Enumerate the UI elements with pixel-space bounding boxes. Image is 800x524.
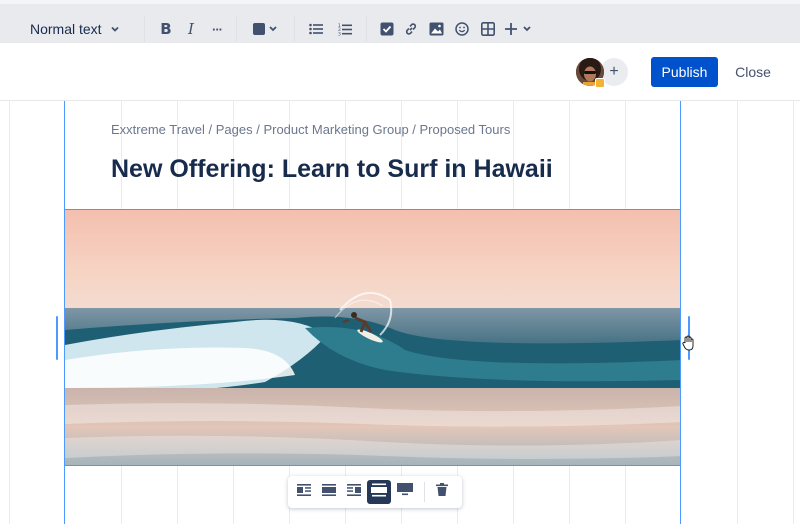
wrap-left-button[interactable] <box>292 480 316 504</box>
text-color-button[interactable] <box>248 14 284 44</box>
wide-layout-icon <box>371 483 387 502</box>
numbered-list-icon: 123 <box>338 23 352 36</box>
table-icon <box>481 22 495 36</box>
text-style-label: Normal text <box>30 21 102 37</box>
svg-text:3: 3 <box>338 31 341 36</box>
more-formatting-button[interactable]: ··· <box>204 14 230 44</box>
publish-button[interactable]: Publish <box>651 57 718 87</box>
text-style-dropdown[interactable]: Normal text <box>20 14 130 44</box>
bold-button[interactable]: B <box>153 14 179 44</box>
layout-gridline <box>793 101 794 524</box>
numbered-list-button[interactable]: 123 <box>332 14 358 44</box>
surf-image[interactable] <box>64 209 681 466</box>
emoji-button[interactable] <box>449 14 475 44</box>
delete-image-button[interactable] <box>430 480 454 504</box>
toolbar-separator <box>366 16 367 42</box>
wide-layout-button[interactable] <box>367 480 391 504</box>
plus-icon <box>505 22 535 36</box>
italic-button[interactable]: I <box>178 14 204 44</box>
image-resize-handle-left[interactable] <box>56 316 58 360</box>
action-item-button[interactable] <box>374 14 400 44</box>
image-button[interactable] <box>423 14 449 44</box>
wrap-right-icon <box>347 483 361 501</box>
toolbar-separator <box>236 16 237 42</box>
image-icon <box>429 22 444 36</box>
align-center-icon <box>322 483 336 501</box>
breadcrumb[interactable]: Exxtreme Travel / Pages / Product Market… <box>111 122 510 137</box>
insert-menu-button[interactable] <box>502 14 538 44</box>
align-center-button[interactable] <box>317 480 341 504</box>
chevron-down-icon <box>110 21 120 37</box>
toolbar-separator <box>424 482 425 502</box>
close-button[interactable]: Close <box>726 57 780 87</box>
bullet-list-icon <box>309 23 323 35</box>
page-title[interactable]: New Offering: Learn to Surf in Hawaii <box>111 155 553 184</box>
bullet-list-button[interactable] <box>303 14 329 44</box>
image-layout-toolbar <box>288 476 462 508</box>
link-button[interactable] <box>398 14 424 44</box>
layout-gridline <box>9 101 10 524</box>
emoji-icon <box>455 22 469 36</box>
text-color-icon <box>251 22 281 36</box>
layout-gridline <box>737 101 738 524</box>
toolbar-separator <box>144 16 145 42</box>
presence-badge <box>595 78 605 88</box>
toolbar-separator <box>294 16 295 42</box>
trash-icon <box>436 483 448 501</box>
wrap-left-icon <box>297 483 311 501</box>
grab-cursor-icon <box>682 335 696 356</box>
link-icon <box>404 22 418 36</box>
table-button[interactable] <box>475 14 501 44</box>
full-width-button[interactable] <box>393 480 417 504</box>
wrap-right-button[interactable] <box>342 480 366 504</box>
checkbox-icon <box>380 22 394 36</box>
full-width-icon <box>397 483 413 501</box>
